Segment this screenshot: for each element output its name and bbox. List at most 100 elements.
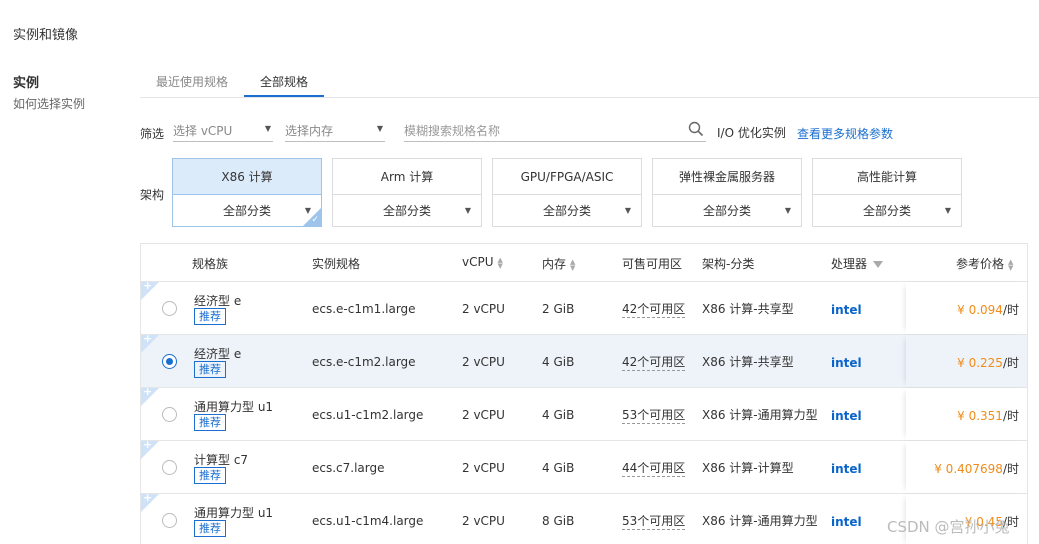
cell-arch: X86 计算-通用算力型 [702,514,818,528]
cell-spec: ecs.u1-c1m2.large [312,408,424,422]
arch-card-name: 高性能计算 [813,159,961,195]
tab-bar: 最近使用规格 全部规格 [140,68,1039,98]
cell-price: ¥ 0.225/时 [957,354,1019,371]
table-row[interactable]: + 通用算力型 u1 推荐 ecs.u1-c1m2.large 2 vCPU 4… [141,385,1027,441]
sort-icon[interactable]: ▲ ▼ [570,258,575,271]
header-vcpu[interactable]: vCPU ▲ ▼ [462,255,503,269]
cell-arch: X86 计算-计算型 [702,461,794,475]
cell-memory: 4 GiB [542,355,575,369]
recommend-badge: 推荐 [194,361,226,378]
arch-card-bare-metal[interactable]: 弹性裸金属服务器 全部分类 ▼ [652,158,802,227]
header-processor[interactable]: 处理器 [831,255,884,272]
header-vcpu-label: vCPU [462,255,494,269]
table-row[interactable]: + 经济型 e 推荐 ecs.e-c1m1.large 2 vCPU 2 GiB… [141,279,1027,335]
cell-arch: X86 计算-共享型 [702,302,794,316]
row-radio[interactable] [162,407,177,422]
recommend-badge: 推荐 [194,414,226,431]
price-unit: /时 [1002,409,1019,423]
cell-vcpu: 2 vCPU [462,461,505,475]
memory-select-placeholder: 选择内存 [285,124,334,138]
cell-zones[interactable]: 53个可用区 [622,406,686,424]
intel-logo: intel [831,515,862,529]
header-family: 规格族 [192,257,229,271]
cell-zones[interactable]: 42个可用区 [622,300,686,318]
row-radio[interactable] [162,460,177,475]
vcpu-select[interactable]: 选择 vCPU ▼ [173,120,273,142]
arch-category-value: 全部分类 [702,204,751,218]
row-radio[interactable] [162,513,177,528]
arch-category-select[interactable]: 全部分类 ▼ [653,195,801,227]
price-column: ¥ 0.407698/时 [906,441,1027,493]
caret-down-icon: ▼ [376,124,383,133]
cell-memory: 4 GiB [542,408,575,422]
caret-down-icon: ▼ [464,206,471,215]
filter-icon[interactable] [873,261,884,268]
active-tab-indicator [244,95,324,97]
more-spec-params-link[interactable]: 查看更多规格参数 [797,125,893,142]
header-memory[interactable]: 内存 ▲ ▼ [542,255,575,272]
table-header: 规格族 实例规格 vCPU ▲ ▼ 内存 ▲ ▼ 可售可用区 架构-分类 处理器 参考价… [141,244,1027,282]
intel-logo: intel [831,303,862,317]
arch-category-value: 全部分类 [222,204,271,218]
intel-logo: intel [831,462,862,476]
header-spec: 实例规格 [312,257,361,271]
plus-icon: + [143,491,153,504]
price-value: ¥ 0.351 [957,409,1003,423]
search-icon[interactable] [688,121,704,137]
check-icon: ✓ [311,215,319,225]
arch-card-gpu[interactable]: GPU/FPGA/ASIC 全部分类 ▼ [492,158,642,227]
header-arch: 架构-分类 [702,257,755,271]
cell-family: 计算型 c7 [194,453,249,467]
caret-down-icon: ▼ [944,206,951,215]
watermark: CSDN @宫孙小兔 [887,518,1010,536]
cell-memory: 2 GiB [542,302,575,316]
cell-spec: ecs.e-c1m1.large [312,302,416,316]
cell-price: ¥ 0.094/时 [957,301,1019,318]
memory-select[interactable]: 选择内存 ▼ [285,120,385,142]
caret-down-icon: ▼ [264,124,271,133]
io-optimized-label: I/O 优化实例 [717,126,786,140]
vcpu-select-placeholder: 选择 vCPU [173,124,233,138]
caret-down-icon: ▼ [624,206,631,215]
arch-card-x86[interactable]: X86 计算 全部分类 ▼ ✓ [172,158,322,227]
arch-category-select[interactable]: 全部分类 ▼ [333,195,481,227]
cell-zones[interactable]: 44个可用区 [622,459,686,477]
row-radio[interactable] [162,301,177,316]
cell-memory: 4 GiB [542,461,575,475]
header-price[interactable]: 参考价格 ▲ ▼ [956,255,1013,272]
arch-category-select[interactable]: 全部分类 ▼ [173,195,321,227]
recommend-badge: 推荐 [194,308,226,325]
arch-category-select[interactable]: 全部分类 ▼ [813,195,961,227]
table-row[interactable]: + 计算型 c7 推荐 ecs.c7.large 2 vCPU 4 GiB 44… [141,438,1027,494]
header-price-label: 参考价格 [956,257,1005,271]
cell-arch: X86 计算-通用算力型 [702,408,818,422]
cell-spec: ecs.e-c1m2.large [312,355,416,369]
tab-recent[interactable]: 最近使用规格 [156,73,228,90]
price-unit: /时 [1002,356,1019,370]
arch-category-select[interactable]: 全部分类 ▼ [493,195,641,227]
recommend-badge: 推荐 [194,467,226,484]
price-value: ¥ 0.094 [957,303,1003,317]
side-help-link[interactable]: 如何选择实例 [13,95,85,112]
cell-zones[interactable]: 42个可用区 [622,353,686,371]
cell-family: 经济型 e [194,294,242,308]
cell-family: 通用算力型 u1 [194,400,274,414]
side-title: 实例 [13,76,40,91]
row-radio[interactable] [162,354,177,369]
price-column: ¥ 0.351/时 [906,388,1027,440]
arch-category-value: 全部分类 [542,204,591,218]
sort-icon[interactable]: ▲ ▼ [498,256,503,269]
plus-icon: + [143,438,153,451]
cell-memory: 8 GiB [542,514,575,528]
sort-icon[interactable]: ▲ ▼ [1008,258,1013,271]
arch-card-hpc[interactable]: 高性能计算 全部分类 ▼ [812,158,962,227]
cell-zones[interactable]: 53个可用区 [622,512,686,530]
cell-family: 通用算力型 u1 [194,506,274,520]
search-placeholder: 模糊搜索规格名称 [404,124,501,138]
tab-all[interactable]: 全部规格 [260,73,308,90]
cell-vcpu: 2 vCPU [462,302,505,316]
price-unit: /时 [1002,303,1019,317]
arch-card-arm[interactable]: Arm 计算 全部分类 ▼ [332,158,482,227]
spec-search-input[interactable]: 模糊搜索规格名称 [404,120,706,142]
table-row[interactable]: + 经济型 e 推荐 ecs.e-c1m2.large 2 vCPU 4 GiB… [141,332,1027,388]
